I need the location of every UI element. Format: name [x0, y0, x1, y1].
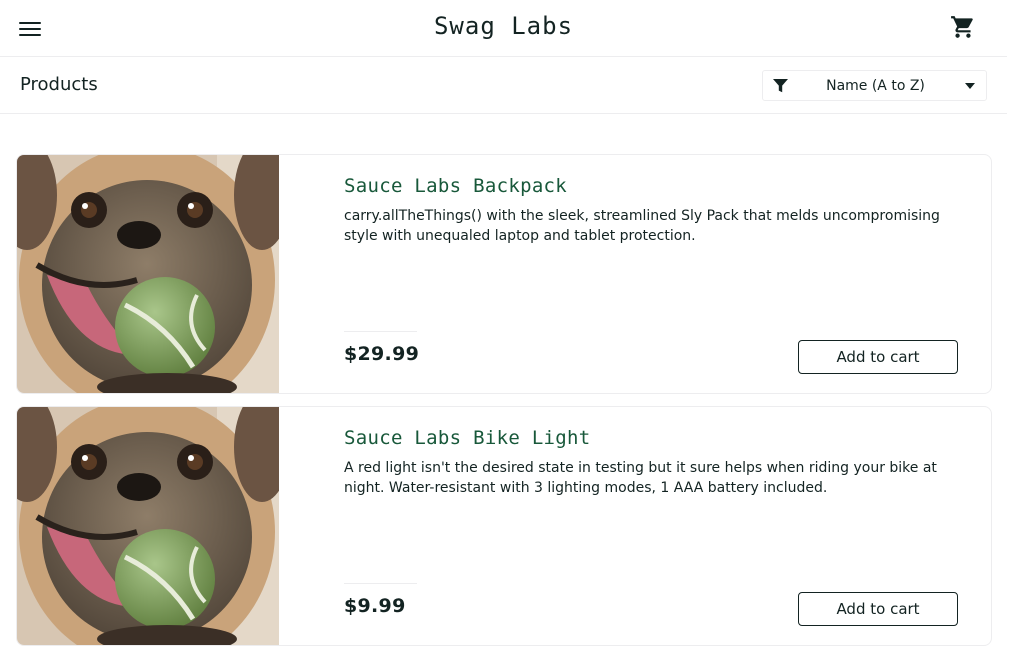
- add-to-cart-button[interactable]: Add to cart: [798, 592, 958, 626]
- add-to-cart-button[interactable]: Add to cart: [798, 340, 958, 374]
- product-image[interactable]: [17, 155, 279, 393]
- product-name-link[interactable]: Sauce Labs Bike Light: [344, 427, 591, 449]
- page-title: Products: [20, 74, 98, 95]
- product-sort-dropdown[interactable]: Name (A to Z): [762, 70, 987, 101]
- product-price: $29.99: [344, 343, 420, 365]
- product-name-link[interactable]: Sauce Labs Backpack: [344, 175, 567, 197]
- product-description: A red light isn't the desired state in t…: [344, 460, 937, 496]
- shopping-cart-icon[interactable]: [950, 14, 976, 40]
- chevron-down-icon: [965, 83, 975, 89]
- app-logo: Swag Labs: [433, 12, 574, 40]
- secondary-header: Products Name (A to Z): [0, 57, 1007, 114]
- price-divider: [344, 583, 417, 584]
- primary-header: Swag Labs: [0, 0, 1007, 57]
- price-divider: [344, 331, 417, 332]
- product-description: carry.allTheThings() with the sleek, str…: [344, 208, 940, 244]
- product-price: $9.99: [344, 595, 406, 617]
- sort-selected-label: Name (A to Z): [826, 78, 925, 94]
- inventory-item: Sauce Labs Backpack carry.allTheThings()…: [16, 154, 992, 394]
- inventory-item: Sauce Labs Bike Light A red light isn't …: [16, 406, 992, 646]
- product-image[interactable]: [17, 407, 279, 645]
